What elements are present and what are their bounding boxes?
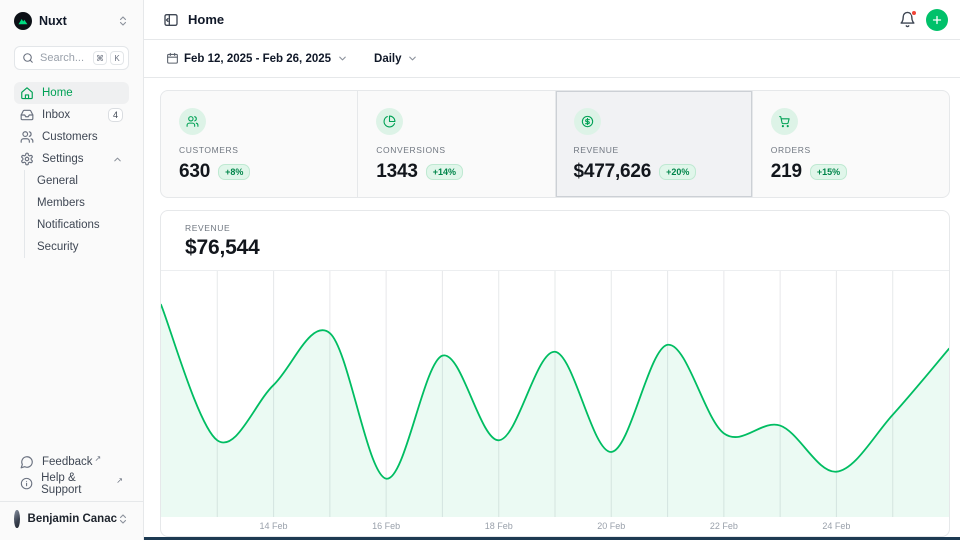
stat-label: CUSTOMERS [179,145,357,155]
sidebar-item-label: Inbox [42,109,70,121]
sidebar-item-notifications[interactable]: Notifications [37,214,129,236]
filters-toolbar: Feb 12, 2025 - Feb 26, 2025 Daily [144,40,960,78]
inbox-count-badge: 4 [108,108,123,122]
pie-chart-icon [376,108,403,135]
sub-item-label: General [37,175,78,187]
chart-metric-value: $76,544 [185,236,925,260]
collapse-sidebar-icon[interactable] [163,12,179,28]
stat-card-revenue[interactable]: REVENUE $477,626 +20% [555,91,752,197]
x-axis-label: 24 Feb [822,521,850,531]
chevron-expand-icon [117,513,129,525]
inbox-icon [20,108,34,122]
stat-label: ORDERS [771,145,949,155]
date-range-label: Feb 12, 2025 - Feb 26, 2025 [184,53,331,65]
sidebar-nav: Home Inbox 4 Customers Settings Genera [14,82,129,258]
notifications-button[interactable] [899,11,916,28]
sidebar-item-settings[interactable]: Settings [14,148,129,170]
sub-item-label: Notifications [37,219,100,231]
notification-dot [911,10,917,16]
delta-badge: +20% [659,164,696,180]
stat-card-customers[interactable]: CUSTOMERS 630 +8% [161,91,357,197]
delta-badge: +15% [810,164,847,180]
stat-label: REVENUE [574,145,752,155]
user-avatar [14,510,20,528]
x-axis-label: 16 Feb [372,521,400,531]
date-range-picker[interactable]: Feb 12, 2025 - Feb 26, 2025 [166,52,348,65]
interval-value: Daily [374,53,402,65]
help-support-label: Help & Support [41,472,114,496]
sidebar-divider [0,501,143,502]
chat-bubble-icon [20,455,34,469]
workspace-name: Nuxt [39,14,117,28]
stat-value: $477,626 [574,161,652,183]
info-circle-icon [20,477,33,491]
users-icon [20,130,34,144]
home-icon [20,86,34,100]
chart-metric-label: REVENUE [185,223,925,233]
interval-select[interactable]: Daily [374,53,418,65]
chevron-up-icon [112,154,123,165]
sidebar-item-customers[interactable]: Customers [14,126,129,148]
stat-card-conversions[interactable]: CONVERSIONS 1343 +14% [357,91,554,197]
feedback-label: Feedback [42,456,93,468]
help-support-link[interactable]: Help & Support ↗ [14,473,129,495]
sidebar-item-security[interactable]: Security [37,236,129,258]
external-link-icon: ↗ [95,454,102,463]
users-icon [179,108,206,135]
stats-panel: CUSTOMERS 630 +8% CONVERSIONS 1343 +14% [160,90,950,198]
chevron-expand-icon [117,15,129,27]
x-axis-label: 20 Feb [597,521,625,531]
x-axis-label: 22 Feb [710,521,738,531]
sidebar-item-home[interactable]: Home [14,82,129,104]
revenue-chart-card: REVENUE $76,544 14 Feb 16 Feb 18 Feb 20 Feb… [160,210,950,537]
sidebar-item-general[interactable]: General [37,170,129,192]
user-menu[interactable]: Benjamin Canac [14,506,129,532]
sub-item-label: Members [37,197,85,209]
stat-value: 630 [179,161,210,183]
chart-header: REVENUE $76,544 [161,211,949,271]
calendar-icon [166,52,179,65]
search-icon [22,52,34,64]
stat-label: CONVERSIONS [376,145,554,155]
x-axis-labels: 14 Feb 16 Feb 18 Feb 20 Feb 22 Feb 24 Feb [161,517,949,536]
stat-value: 219 [771,161,802,183]
sub-item-label: Security [37,241,79,253]
gear-icon [20,152,34,166]
delta-badge: +14% [426,164,463,180]
page-header: Home [144,0,960,40]
stat-value: 1343 [376,161,417,183]
page-title: Home [188,12,224,27]
chevron-down-icon [407,53,418,64]
kbd-k: K [110,51,124,65]
sidebar-item-members[interactable]: Members [37,192,129,214]
external-link-icon: ↗ [116,476,123,485]
search-input[interactable]: Search... ⌘ K [14,46,129,70]
user-name: Benjamin Canac [28,513,117,525]
revenue-area-chart[interactable] [161,271,949,517]
x-axis-label: 14 Feb [260,521,288,531]
dollar-circle-icon [574,108,601,135]
sidebar-item-label: Customers [42,131,98,143]
search-placeholder: Search... [40,52,90,64]
sidebar-item-label: Home [42,87,73,99]
delta-badge: +8% [218,164,250,180]
kbd-cmd: ⌘ [93,51,107,65]
plus-icon [931,14,943,26]
x-axis-label: 18 Feb [485,521,513,531]
add-button[interactable] [926,9,948,31]
main-area: Home Feb 12, 2025 - Feb 26, 2025 Daily [144,0,960,540]
nuxt-logo-icon [14,12,32,30]
sidebar: Nuxt Search... ⌘ K Home Inbox 4 [0,0,144,540]
stat-card-orders[interactable]: ORDERS 219 +15% [752,91,949,197]
feedback-link[interactable]: Feedback ↗ [14,451,129,473]
sidebar-item-label: Settings [42,153,84,165]
workspace-switcher[interactable]: Nuxt [14,10,129,32]
cart-icon [771,108,798,135]
dashboard-content: CUSTOMERS 630 +8% CONVERSIONS 1343 +14% [144,78,960,540]
sidebar-item-inbox[interactable]: Inbox 4 [14,104,129,126]
chevron-down-icon [337,53,348,64]
settings-submenu: General Members Notifications Security [24,170,129,258]
